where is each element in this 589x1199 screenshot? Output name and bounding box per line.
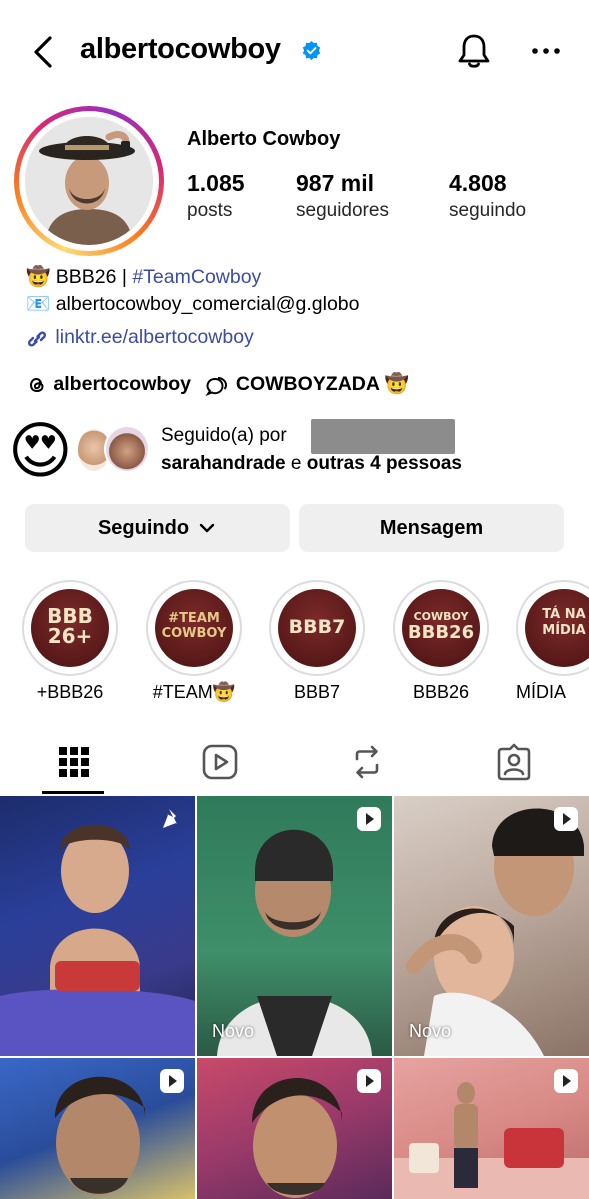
bio-email: albertocowboy_comercial@g.globo [55, 293, 360, 315]
avatar[interactable] [25, 117, 153, 245]
pin-icon [163, 809, 177, 828]
redacted-names [311, 419, 455, 454]
tab-reels[interactable] [147, 740, 294, 794]
post-caption-new: Novo [212, 1021, 255, 1041]
followed-by-prefix: Seguido(a) por [161, 425, 287, 446]
message-button[interactable]: Mensagem [299, 504, 564, 552]
stat-following[interactable]: 4.808 seguindo [449, 170, 526, 222]
channel-name[interactable]: COWBOYZADA [236, 373, 379, 395]
bio-line-2: 📧 albertocowboy_comercial@g.globo [26, 292, 360, 316]
threads-handle[interactable]: albertocowboy [53, 373, 191, 395]
highlight-label: #TEAM🤠 [152, 682, 236, 702]
highlight-label: BBB7 [293, 682, 341, 702]
message-button-label: Mensagem [379, 516, 484, 539]
followers-others[interactable]: outras 4 pessoas [307, 453, 462, 474]
grid-post[interactable] [0, 1058, 195, 1199]
highlight-label: BBB26 [412, 682, 470, 702]
stat-followers[interactable]: 987 mil seguidores [296, 170, 389, 222]
grid-post[interactable]: Novo [197, 796, 392, 1056]
stat-posts[interactable]: 1.085 posts [187, 170, 245, 222]
chevron-down-icon [199, 523, 215, 533]
stat-posts-value: 1.085 [187, 170, 245, 196]
bio-link-row[interactable]: linktr.ee/albertocowboy [24, 326, 254, 349]
reel-icon [554, 807, 578, 831]
bio-line-1: 🤠 BBB26 | #TeamCowboy [26, 265, 261, 289]
tab-posts-grid[interactable] [0, 740, 147, 794]
follower-avatar-2[interactable] [104, 425, 150, 473]
bio-text: BBB26 | [55, 266, 133, 288]
reels-icon [202, 744, 238, 780]
heart-eyes-emoji-icon: 😍 [8, 417, 73, 486]
link-icon [27, 331, 47, 347]
active-tab-indicator [42, 791, 104, 794]
highlight-cover: COWBOY BBB26 [402, 589, 480, 667]
threads-icon[interactable] [26, 374, 48, 396]
grid-post[interactable] [0, 796, 195, 1056]
display-name: Alberto Cowboy [187, 128, 341, 150]
reel-icon [160, 1069, 184, 1093]
hashtag-link[interactable]: #TeamCowboy [132, 266, 261, 288]
highlight-item[interactable]: BBB 26+ +BBB26 [22, 580, 118, 702]
story-ring[interactable] [14, 106, 164, 256]
post-thumbnail [217, 829, 372, 1056]
following-button[interactable]: Seguindo [25, 504, 290, 552]
grid-icon [59, 747, 89, 777]
highlight-label: +BBB26 [36, 682, 104, 702]
reel-icon [357, 807, 381, 831]
stat-posts-label: posts [187, 200, 233, 221]
reel-icon [357, 1069, 381, 1093]
follower-name[interactable]: sarahandrade [161, 453, 286, 474]
post-caption-new: Novo [409, 1021, 452, 1041]
reel-icon [554, 1069, 578, 1093]
highlight-item[interactable]: TÁ NA MÍDIA MÍDIA [516, 580, 589, 702]
reposts-icon [355, 745, 379, 779]
top-bar: albertocowboy [0, 0, 589, 100]
highlight-cover: TÁ NA MÍDIA [525, 589, 589, 667]
highlight-cover: BBB 26+ [31, 589, 109, 667]
threads-channel-row: albertocowboy COWBOYZADA 🤠 [26, 372, 409, 396]
highlight-item[interactable]: BBB7 BBB7 [269, 580, 365, 702]
username-title: albertocowboy [80, 33, 281, 65]
grid-post[interactable]: Novo [394, 796, 589, 1056]
cowboy-emoji-icon: 🤠 [26, 266, 51, 288]
post-thumbnail [406, 808, 584, 1056]
connector-text: e [285, 453, 307, 474]
highlight-item[interactable]: COWBOY BBB26 BBB26 [393, 580, 489, 702]
followed-by-names[interactable]: sarahandrade e outras 4 pessoas [161, 453, 462, 475]
grid-post[interactable] [197, 1058, 392, 1199]
bell-icon[interactable] [456, 32, 492, 70]
highlight-item[interactable]: #TEAM COWBOY #TEAM🤠 [146, 580, 242, 702]
grid-post[interactable] [394, 1058, 589, 1199]
stat-followers-label: seguidores [296, 200, 389, 221]
back-arrow-icon[interactable] [28, 32, 58, 72]
highlight-label: MÍDIA [516, 682, 567, 702]
broadcast-channel-icon [205, 376, 228, 396]
tab-reposts[interactable] [294, 740, 441, 794]
stat-followers-value: 987 mil [296, 170, 374, 196]
highlight-cover: #TEAM COWBOY [155, 589, 233, 667]
verified-badge-icon [302, 41, 321, 60]
post-thumbnail [0, 824, 195, 1056]
avatar-portrait [25, 117, 153, 245]
following-button-label: Seguindo [97, 516, 190, 539]
tagged-icon [497, 743, 531, 781]
more-icon[interactable] [530, 44, 562, 58]
stat-following-value: 4.808 [449, 170, 507, 196]
tab-tagged[interactable] [441, 740, 588, 794]
email-icon: 📧 [26, 293, 51, 315]
bio-link[interactable]: linktr.ee/albertocowboy [55, 326, 253, 348]
stat-following-label: seguindo [449, 200, 527, 221]
cowboy-emoji-icon: 🤠 [384, 373, 409, 395]
highlight-cover: BBB7 [278, 589, 356, 667]
